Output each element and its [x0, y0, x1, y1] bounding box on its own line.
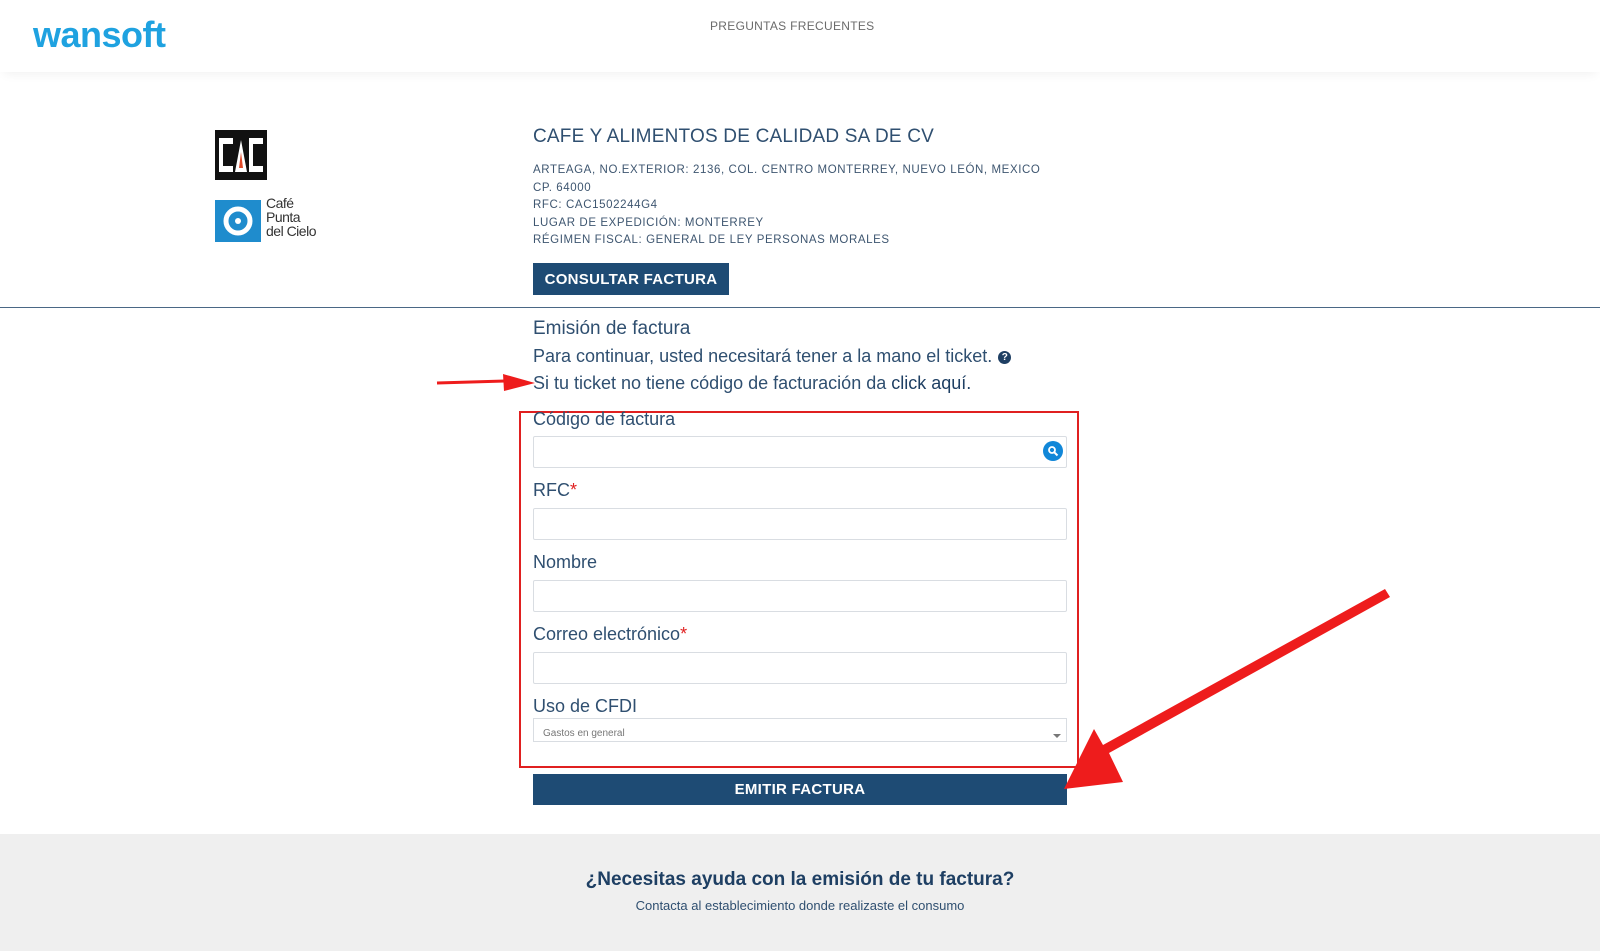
- nombre-label: Nombre: [533, 552, 598, 572]
- section-divider: [0, 307, 1600, 308]
- company-name: CAFE Y ALIMENTOS DE CALIDAD SA DE CV: [533, 126, 935, 147]
- company-regimen: RÉGIMEN FISCAL: GENERAL DE LEY PERSONAS …: [533, 234, 890, 246]
- nav-faq-link[interactable]: PREGUNTAS FRECUENTES: [710, 19, 874, 33]
- cafe-punta-del-cielo-logo: Café Punta del Cielo: [215, 186, 325, 244]
- help-footer: [0, 834, 1600, 951]
- form-intro-text: Para continuar, usted necesitará tener a…: [533, 346, 993, 366]
- no-code-instructions: Si tu ticket no tiene código de facturac…: [533, 373, 971, 394]
- form-title: Emisión de factura: [533, 318, 691, 339]
- company-details: ARTEAGA, NO.EXTERIOR: 2136, COL. CENTRO …: [533, 162, 1040, 250]
- click-aqui-link[interactable]: click aquí.: [891, 373, 971, 393]
- correo-label-text: Correo electrónico: [533, 624, 681, 644]
- top-navbar: wansoft PREGUNTAS FRECUENTES: [0, 0, 1600, 72]
- nombre-input[interactable]: [533, 580, 1067, 612]
- company-lugar: LUGAR DE EXPEDICIÓN: MONTERREY: [533, 216, 764, 229]
- uso-cfdi-selected: Gastos en general: [543, 728, 625, 739]
- rfc-input[interactable]: [533, 508, 1067, 540]
- company-address: ARTEAGA, NO.EXTERIOR: 2136, COL. CENTRO …: [533, 164, 1041, 176]
- emitir-factura-button[interactable]: EMITIR FACTURA: [533, 774, 1067, 805]
- codigo-factura-input[interactable]: [533, 436, 1067, 468]
- uso-cfdi-label: Uso de CFDI: [533, 696, 638, 716]
- no-code-text: Si tu ticket no tiene código de facturac…: [533, 373, 892, 393]
- help-icon[interactable]: ?: [998, 351, 1012, 364]
- chevron-down-icon: [1053, 734, 1061, 738]
- company-rfc: RFC: CAC1502244G4: [533, 199, 658, 211]
- company-cp: CP. 64000: [533, 181, 592, 194]
- rfc-label-text: RFC: [533, 480, 570, 500]
- uso-cfdi-select[interactable]: Gastos en general: [533, 718, 1067, 742]
- required-mark: *: [680, 624, 688, 644]
- large-red-arrow-icon: [1064, 589, 1390, 789]
- correo-input[interactable]: [533, 652, 1067, 684]
- search-icon[interactable]: [1043, 441, 1063, 461]
- cac-logo-icon: [215, 130, 267, 180]
- punta-del-cielo-wordmark: Café Punta del Cielo: [266, 195, 316, 239]
- footer-text: Contacta al establecimiento donde realiz…: [635, 898, 965, 913]
- magnifier-icon: [1048, 446, 1059, 457]
- codigo-factura-label: Código de factura: [533, 409, 676, 429]
- footer-title: ¿Necesitas ayuda con la emisión de tu fa…: [585, 869, 1015, 890]
- correo-label: Correo electrónico*: [533, 624, 687, 645]
- form-intro: Para continuar, usted necesitará tener a…: [533, 346, 1012, 367]
- required-mark: *: [570, 480, 578, 500]
- wansoft-logo[interactable]: wansoft: [33, 14, 166, 56]
- rfc-label: RFC*: [533, 480, 577, 501]
- consultar-factura-button[interactable]: CONSULTAR FACTURA: [533, 263, 729, 295]
- small-red-arrow-icon: [436, 374, 535, 391]
